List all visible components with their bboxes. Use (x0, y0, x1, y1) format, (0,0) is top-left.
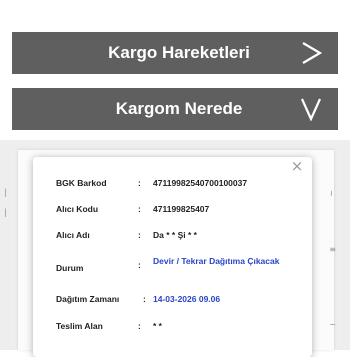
field-label: Teslim Alan (56, 321, 103, 331)
background-mark: | (4, 188, 7, 197)
close-icon[interactable]: × (290, 159, 304, 174)
field-value: Devir / Tekrar Dağıtıma Çıkacak (153, 256, 280, 266)
field-label: Dağıtım Zamanı (56, 294, 120, 304)
background-mark: ~ (327, 190, 336, 197)
field-colon: : (138, 260, 141, 270)
field-value: 14-03-2026 09.06 (153, 294, 221, 304)
field-colon: : (138, 178, 141, 188)
background-mark: ∼ (329, 320, 336, 329)
accordion-kargo-hareketleri[interactable]: Kargo Hareketleri (12, 32, 338, 74)
chevron-down-icon[interactable] (294, 94, 328, 124)
accordion-label: Kargom Nerede (115, 99, 243, 118)
shipment-detail-modal: × BGK Barkod : 47119982540700100037 Alıc… (33, 157, 312, 357)
field-colon: : (138, 204, 141, 214)
accordion-kargom-nerede[interactable]: Kargom Nerede (12, 88, 338, 130)
field-value: * * (153, 321, 162, 331)
field-value: 471199825407 (153, 204, 210, 214)
field-label: Durum (56, 263, 84, 273)
background-mark: ≡ (329, 245, 336, 254)
field-colon: : (138, 230, 141, 240)
field-value: Da * * Şi * * (153, 230, 197, 240)
background-mark: | (4, 208, 7, 217)
field-label: Alıcı Kodu (56, 204, 99, 214)
field-colon: : (143, 294, 146, 304)
field-label: BGK Barkod (56, 178, 107, 188)
accordion-label: Kargo Hareketleri (108, 43, 250, 62)
field-label: Alıcı Adı (56, 230, 90, 240)
field-value: 47119982540700100037 (153, 178, 248, 188)
field-colon: : (138, 321, 141, 331)
chevron-right-icon[interactable] (294, 38, 328, 68)
